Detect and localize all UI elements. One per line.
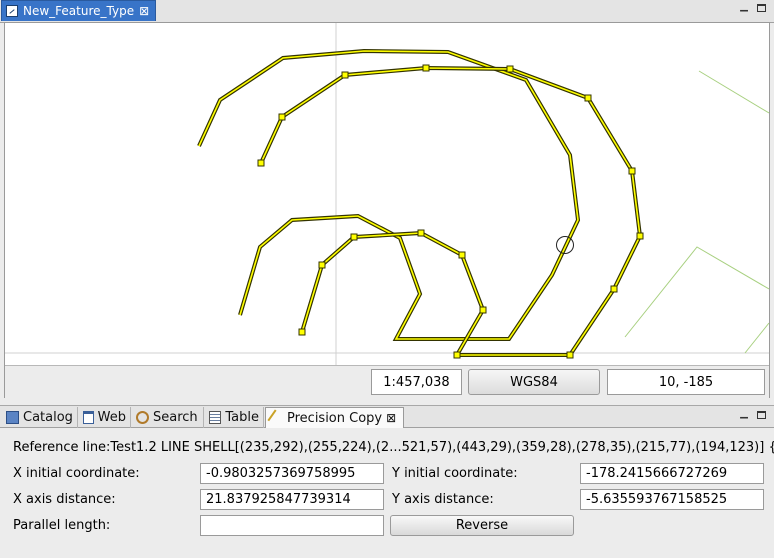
precision-copy-panel: Reference line:Test1.2 LINE SHELL[(235,2… bbox=[0, 428, 774, 558]
view-tab-bar: Catalog Web Search Table Precision Copy … bbox=[0, 405, 774, 428]
search-icon bbox=[136, 411, 149, 424]
vertex-handle bbox=[417, 229, 425, 237]
table-icon bbox=[209, 411, 222, 424]
scale-field[interactable]: 1:457,038 bbox=[371, 369, 462, 395]
background-feature-line bbox=[698, 70, 769, 114]
y-distance-input[interactable] bbox=[580, 489, 764, 510]
reference-line[interactable] bbox=[197, 48, 581, 341]
vertex-handle bbox=[566, 351, 574, 359]
tab-label: Catalog bbox=[23, 410, 73, 425]
x-distance-label: X axis distance: bbox=[13, 492, 116, 507]
crs-button[interactable]: WGS84 bbox=[468, 369, 600, 395]
vertex-handle bbox=[636, 232, 644, 240]
vertex-handle bbox=[257, 159, 265, 167]
map-status-bar: 1:457,038 WGS84 10, -185 bbox=[5, 365, 769, 398]
editor-tab-title: New_Feature_Type bbox=[23, 4, 135, 18]
reverse-button[interactable]: Reverse bbox=[390, 515, 574, 536]
tab-web[interactable]: Web bbox=[79, 407, 131, 428]
vertex-handle bbox=[422, 64, 430, 72]
map-drawing[interactable] bbox=[5, 23, 769, 397]
close-icon[interactable]: ⊠ bbox=[386, 412, 396, 424]
vertex-handle bbox=[628, 167, 636, 175]
vertex-handle bbox=[453, 351, 461, 359]
vertex-handle bbox=[298, 328, 306, 336]
x-distance-input[interactable] bbox=[200, 489, 384, 510]
reference-line-label: Reference line:Test1.2 LINE SHELL[(235,2… bbox=[13, 440, 774, 455]
parallel-length-label: Parallel length: bbox=[13, 518, 111, 533]
maximize-icon[interactable] bbox=[757, 411, 766, 419]
tab-search[interactable]: Search bbox=[132, 407, 204, 428]
tab-label: Table bbox=[225, 410, 259, 425]
close-icon[interactable]: ⊠ bbox=[139, 5, 149, 17]
background-feature-line bbox=[744, 322, 769, 354]
vertex-handle bbox=[479, 306, 487, 314]
x-initial-input[interactable] bbox=[200, 463, 384, 484]
web-icon bbox=[83, 411, 94, 424]
editor-tab-bar: New_Feature_Type ⊠ ▁ bbox=[0, 0, 774, 23]
vertex-handle bbox=[458, 251, 466, 259]
tab-label: Web bbox=[97, 410, 126, 425]
coordinates-readout: 10, -185 bbox=[607, 369, 765, 395]
precision-copy-icon bbox=[267, 408, 286, 428]
parallel-copy-line[interactable] bbox=[257, 64, 644, 359]
vertex-handle bbox=[506, 65, 514, 73]
catalog-icon bbox=[6, 411, 19, 424]
minimize-icon[interactable]: ▁ bbox=[738, 409, 750, 419]
vertex-handle bbox=[318, 261, 326, 269]
maximize-icon[interactable] bbox=[757, 4, 766, 12]
map-editor-icon bbox=[6, 5, 18, 17]
y-distance-label: Y axis distance: bbox=[392, 492, 494, 507]
vertex-handle bbox=[584, 94, 592, 102]
vertex-handle bbox=[610, 285, 618, 293]
map-canvas[interactable] bbox=[4, 22, 770, 398]
tab-label: Precision Copy bbox=[287, 410, 383, 426]
tab-label: Search bbox=[153, 410, 198, 425]
editor-tab-new-feature-type[interactable]: New_Feature_Type ⊠ bbox=[1, 0, 157, 21]
tab-precision-copy[interactable]: Precision Copy ⊠ bbox=[265, 407, 404, 428]
y-initial-input[interactable] bbox=[580, 463, 764, 484]
vertex-handle bbox=[350, 233, 358, 241]
x-initial-label: X initial coordinate: bbox=[13, 466, 140, 481]
vertex-handle bbox=[341, 71, 349, 79]
parallel-length-input[interactable] bbox=[200, 515, 384, 536]
vertex-handle bbox=[278, 113, 286, 121]
background-feature-line bbox=[624, 246, 769, 338]
minimize-icon[interactable]: ▁ bbox=[738, 2, 750, 12]
tab-table[interactable]: Table bbox=[205, 407, 264, 428]
tab-catalog[interactable]: Catalog bbox=[2, 407, 78, 428]
y-initial-label: Y initial coordinate: bbox=[392, 466, 518, 481]
